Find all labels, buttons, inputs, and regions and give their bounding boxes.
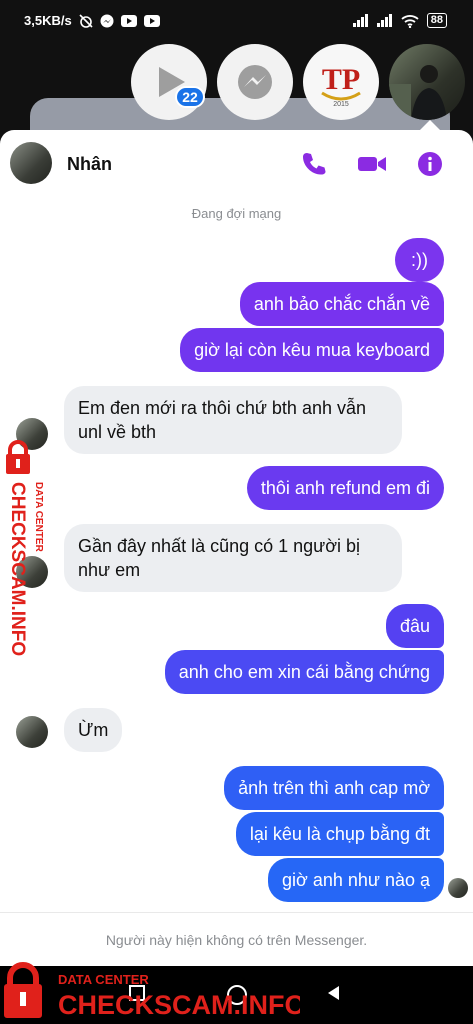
wifi-icon — [401, 14, 419, 28]
message-bubble-out[interactable]: giờ anh như nào ạ — [268, 858, 444, 902]
battery-indicator: 88 — [426, 13, 447, 28]
lock-watermark-icon: CHECKSCAM.INFO DATA CENTER — [6, 440, 44, 656]
seen-indicator-avatar — [448, 878, 468, 898]
tp-logo-year: 2015 — [333, 101, 349, 108]
watermark-vertical: CHECKSCAM.INFO DATA CENTER — [4, 440, 48, 670]
contact-avatar[interactable] — [10, 142, 52, 184]
chat-header: Nhân — [0, 130, 473, 196]
tp-logo: TP 2015 — [321, 63, 361, 108]
youtube-icon-2 — [143, 14, 160, 27]
watermark-top-line: DATA CENTER — [58, 972, 149, 987]
message-bubble-out[interactable]: thôi anh refund em đi — [246, 466, 444, 510]
watermark-top-line-vertical: DATA CENTER — [33, 482, 44, 553]
message-bubble-out[interactable]: anh cho em xin cái bằng chứng — [164, 650, 444, 694]
message-bubble-out[interactable]: :)) — [395, 238, 444, 282]
back-button-icon[interactable] — [325, 984, 343, 1002]
message-bubble-in[interactable]: Em đen mới ra thôi chứ bth anh vẫn unl v… — [64, 386, 402, 454]
video-camera-icon[interactable] — [356, 150, 388, 178]
alarm-off-icon — [79, 13, 93, 28]
lock-watermark-icon-bottom: DATA CENTER CHECKSCAM.INFO — [4, 962, 306, 1020]
signal-icon-2 — [376, 14, 392, 27]
message-bubble-in[interactable]: Ừm — [64, 708, 123, 752]
phone-icon[interactable] — [300, 150, 328, 178]
youtube-icon — [120, 14, 137, 27]
messenger-icon — [238, 65, 272, 99]
connection-status: Đang đợi mạng — [191, 206, 282, 221]
chat-panel: Nhân Đang đợi mạng :)) anh bảo chắc chắn… — [0, 130, 473, 966]
message-bubble-out[interactable]: giờ lại còn kêu mua keyboard — [180, 328, 444, 372]
chat-head-messenger[interactable] — [217, 44, 293, 120]
message-bubble-out[interactable]: anh bảo chắc chắn về — [239, 282, 444, 326]
chat-head-play[interactable] — [131, 44, 207, 120]
watermark-bottom: DATA CENTER CHECKSCAM.INFO — [0, 962, 306, 1024]
status-bar: 3,5KB/s 88 — [0, 0, 473, 42]
chat-heads-row: TP 2015 22 — [0, 44, 473, 120]
unread-badge: 22 — [175, 86, 205, 108]
message-bubble-out[interactable]: đâu — [385, 604, 444, 648]
contact-name[interactable]: Nhân — [67, 154, 112, 175]
offline-notice: Người này hiện không có trên Messenger. — [0, 912, 473, 966]
messenger-notification-icon — [100, 14, 114, 27]
tp-logo-text: TP — [322, 63, 360, 96]
network-speed: 3,5KB/s — [24, 13, 72, 28]
message-bubble-out[interactable]: ảnh trên thì anh cap mờ — [224, 766, 444, 810]
message-bubble-in[interactable]: Gần đây nhất là cũng có 1 người bị như e… — [64, 524, 402, 592]
screen: 3,5KB/s 88 TP 2015 22 Nhân Đang đợi mạng… — [0, 0, 473, 1024]
contact-avatar-small — [16, 716, 48, 748]
person-photo — [389, 65, 447, 120]
watermark-brand: CHECKSCAM.INFO — [58, 990, 300, 1020]
info-icon[interactable] — [416, 150, 444, 178]
message-bubble-out[interactable]: lại kêu là chụp bằng đt — [235, 812, 444, 856]
watermark-brand-vertical: CHECKSCAM.INFO — [7, 482, 28, 656]
chat-head-avatar-photo[interactable] — [389, 44, 465, 120]
signal-icon — [352, 14, 368, 27]
chat-head-tp[interactable]: TP 2015 — [303, 44, 379, 120]
